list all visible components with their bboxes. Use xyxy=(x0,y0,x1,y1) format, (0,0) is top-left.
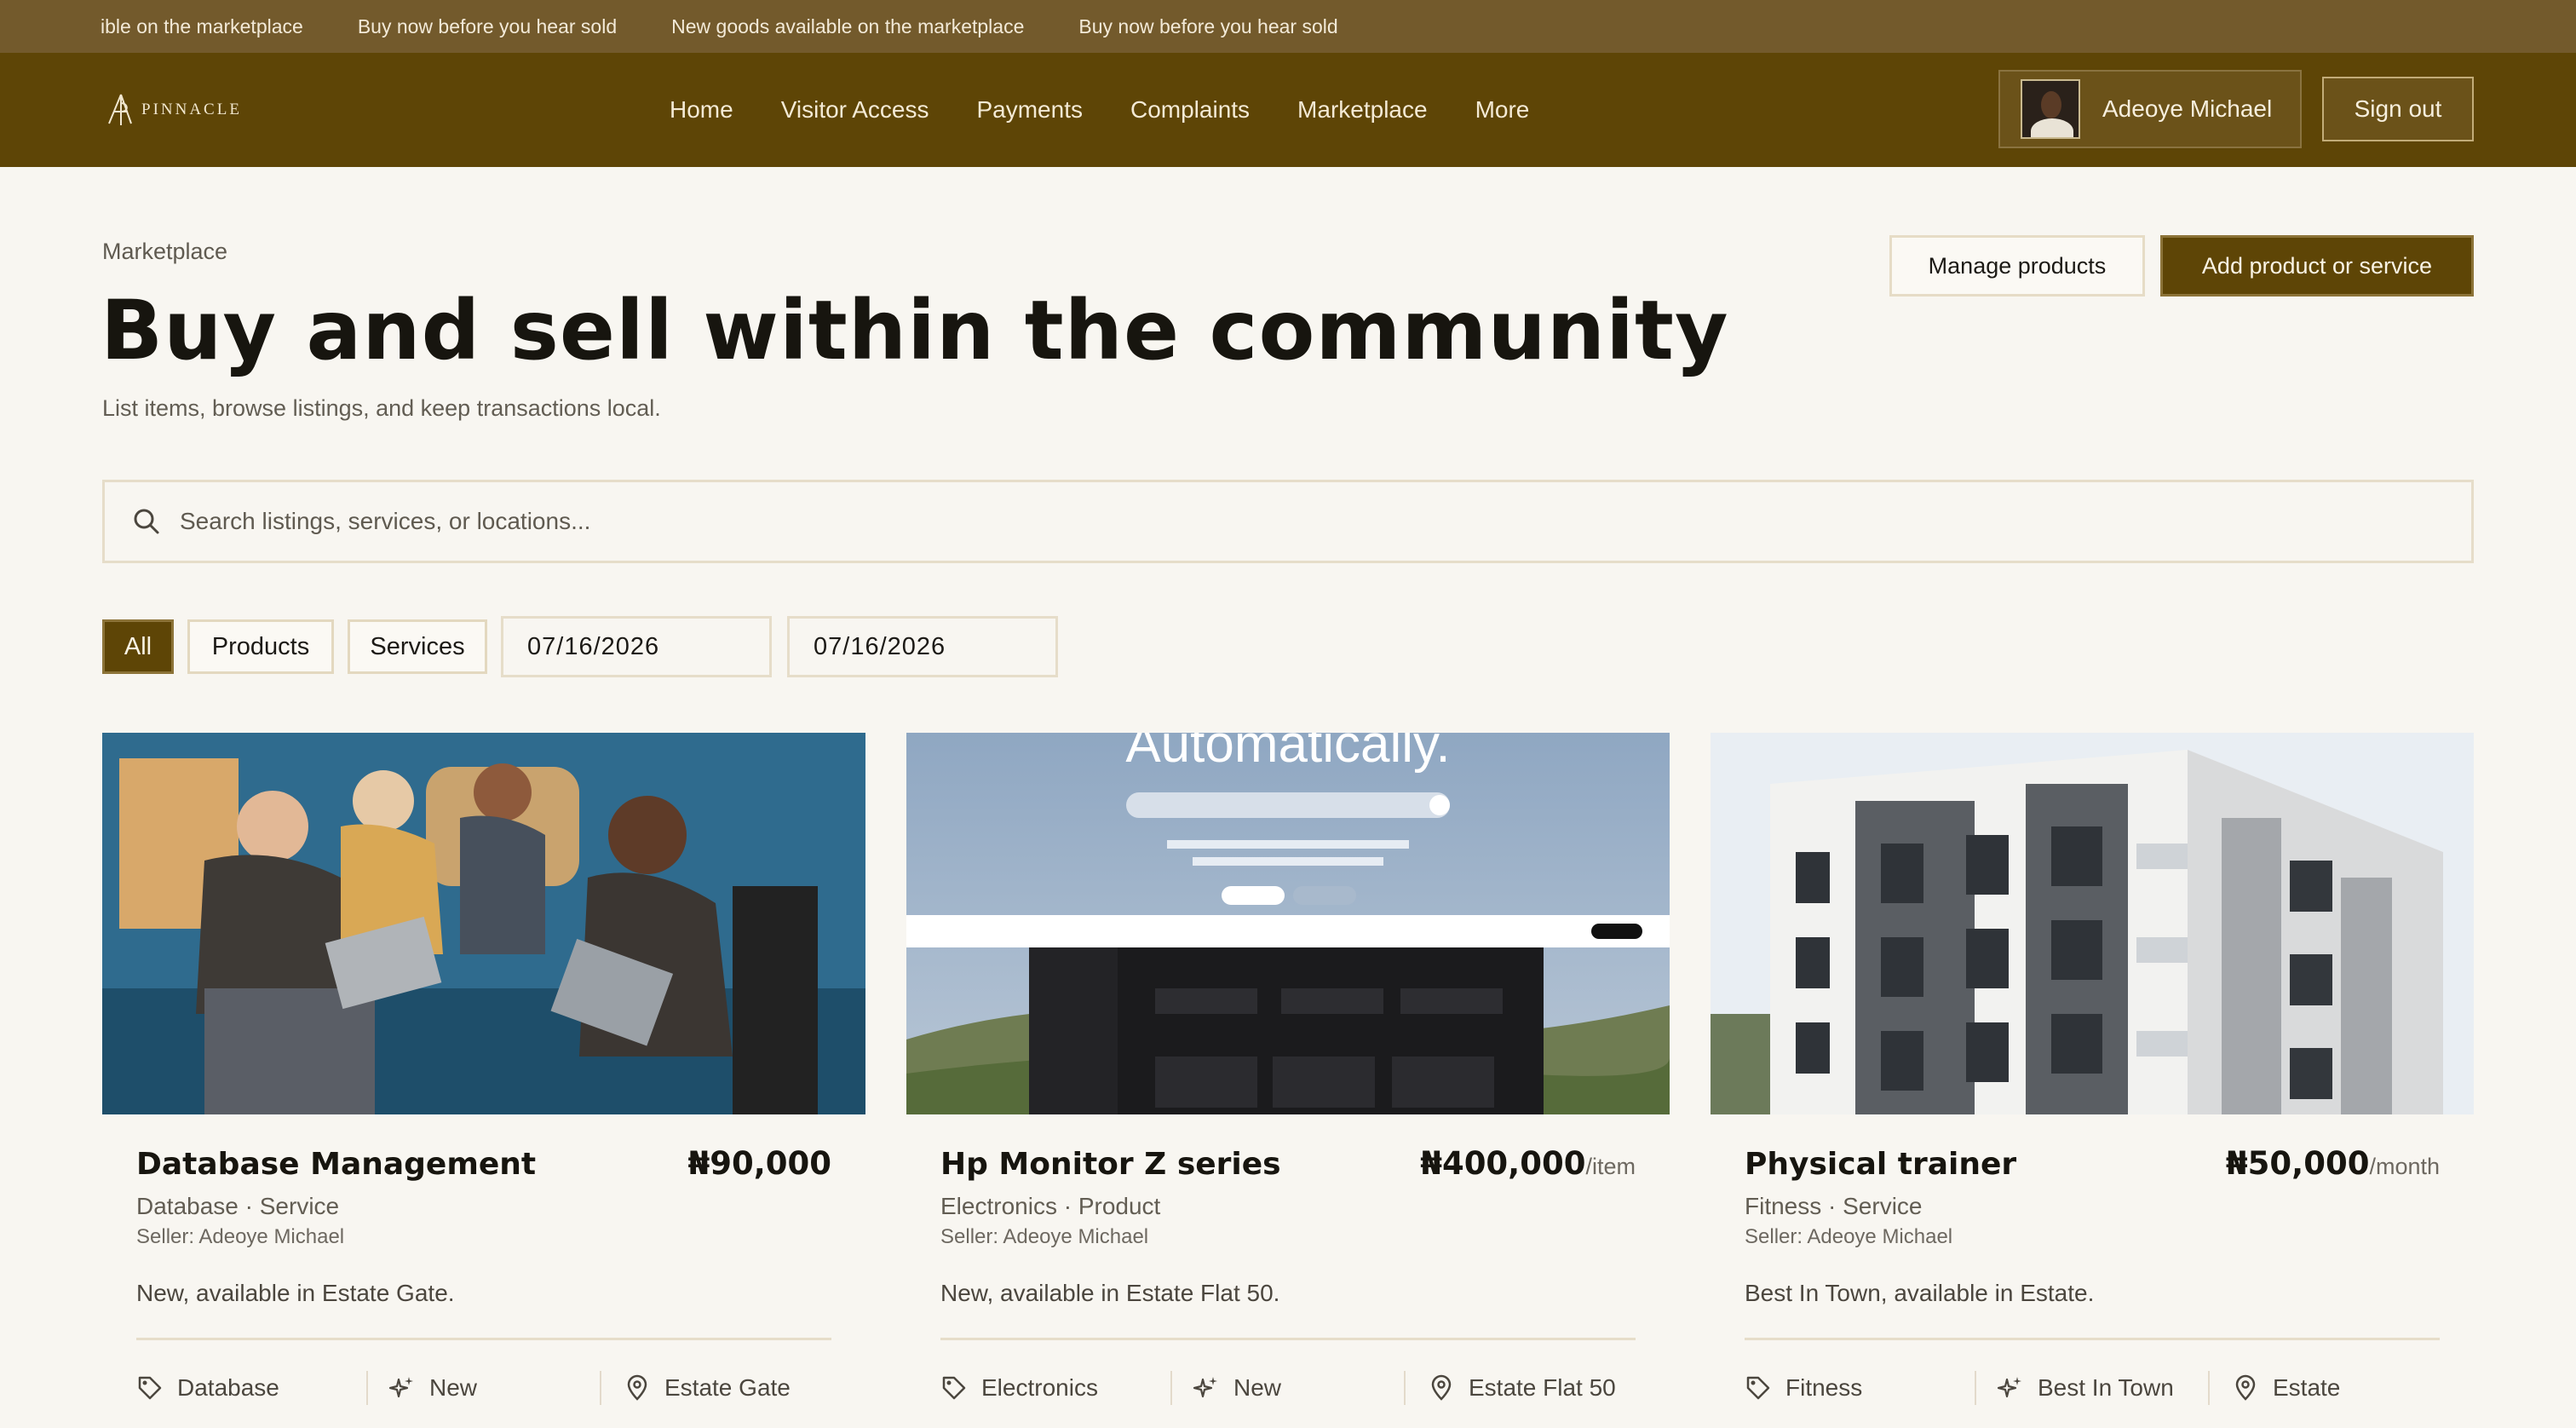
search-input[interactable] xyxy=(180,508,2395,535)
listing-description: Best In Town, available in Estate. xyxy=(1745,1280,2095,1306)
listing-image: Automatically. xyxy=(906,733,1670,1114)
location-tag: Estate Flat 50 xyxy=(1406,1374,1616,1402)
top-navbar: PINNACLE Home Visitor Access Payments Co… xyxy=(0,53,2576,167)
add-product-button[interactable]: Add product or service xyxy=(2160,235,2474,297)
listing-tags: Fitness Best In Town Estate xyxy=(1745,1367,2440,1409)
announcement-ticker: ible on the marketplace Buy now before y… xyxy=(0,0,2576,53)
page-title: Buy and sell within the community xyxy=(101,283,1729,378)
listing-tags: Electronics New Estate Flat 50 xyxy=(940,1367,1636,1409)
avatar xyxy=(2021,79,2080,139)
listing-price: ₦90,000 xyxy=(687,1145,831,1182)
sparkles-icon xyxy=(388,1377,413,1398)
filter-products[interactable]: Products xyxy=(187,619,334,674)
ticker-item: New goods available on the marketplace xyxy=(671,14,1025,37)
condition-tag: Best In Town xyxy=(1976,1374,2208,1402)
nav-visitor-access[interactable]: Visitor Access xyxy=(781,96,929,124)
logo-text: PINNACLE xyxy=(141,101,242,118)
listing-price: ₦400,000/item xyxy=(1420,1145,1636,1182)
nav-complaints[interactable]: Complaints xyxy=(1130,96,1250,124)
divider xyxy=(1745,1338,2440,1340)
listing-image xyxy=(1711,733,2474,1114)
listing-description: New, available in Estate Gate. xyxy=(136,1280,455,1306)
ticker-item: Buy now before you hear sold xyxy=(357,14,618,37)
map-pin-icon xyxy=(2235,1374,2256,1401)
sparkles-icon xyxy=(1997,1377,2021,1398)
nav-home[interactable]: Home xyxy=(670,96,733,124)
date-to-input[interactable]: 07/16/2026 xyxy=(787,616,1058,677)
category-tag: Electronics xyxy=(940,1374,1170,1402)
nav-more[interactable]: More xyxy=(1475,96,1530,124)
tag-icon xyxy=(1746,1376,1770,1400)
ticker-item: Buy now before you hear sold xyxy=(1078,14,1338,37)
logo[interactable]: PINNACLE xyxy=(102,87,242,133)
sign-out-button[interactable]: Sign out xyxy=(2322,77,2474,141)
listing-title: Hp Monitor Z series xyxy=(940,1147,1281,1182)
listing-card[interactable]: Database Management ₦90,000 Database · S… xyxy=(102,733,865,1428)
listing-price: ₦50,000/month xyxy=(2225,1145,2440,1182)
user-name: Adeoye Michael xyxy=(2102,95,2273,122)
nav-links: Home Visitor Access Payments Complaints … xyxy=(670,53,1577,167)
ticker-item: ible on the marketplace xyxy=(101,14,303,37)
listing-image xyxy=(102,733,865,1114)
listing-title: Physical trainer xyxy=(1745,1147,2017,1182)
sparkles-icon xyxy=(1193,1377,1217,1398)
map-pin-icon xyxy=(1431,1374,1452,1401)
map-pin-icon xyxy=(627,1374,647,1401)
listing-description: New, available in Estate Flat 50. xyxy=(940,1280,1280,1306)
listing-seller: Seller: Adeoye Michael xyxy=(940,1225,1149,1248)
listing-card[interactable]: Physical trainer ₦50,000/month Fitness ·… xyxy=(1711,733,2474,1428)
location-tag: Estate Gate xyxy=(601,1374,791,1402)
search-bar xyxy=(102,480,2474,563)
category-tag: Fitness xyxy=(1745,1374,1975,1402)
listing-card[interactable]: Automatically. Hp Monitor Z series ₦400,… xyxy=(906,733,1670,1428)
listing-category: Electronics · Product xyxy=(940,1193,1161,1219)
search-icon xyxy=(134,509,159,534)
listing-category: Database · Service xyxy=(136,1193,340,1219)
manage-products-button[interactable]: Manage products xyxy=(1889,235,2145,297)
filter-services[interactable]: Services xyxy=(348,619,487,674)
filter-bar: All Products Services 07/16/2026 07/16/2… xyxy=(102,616,1073,677)
tag-icon xyxy=(942,1376,966,1400)
nav-marketplace[interactable]: Marketplace xyxy=(1297,96,1428,124)
nav-payments[interactable]: Payments xyxy=(976,96,1083,124)
date-from-input[interactable]: 07/16/2026 xyxy=(501,616,772,677)
listing-category: Fitness · Service xyxy=(1745,1193,1923,1219)
location-tag: Estate xyxy=(2210,1374,2340,1402)
listing-tags: Database New Estate Gate xyxy=(136,1367,831,1409)
listing-seller: Seller: Adeoye Michael xyxy=(136,1225,345,1248)
breadcrumb: Marketplace xyxy=(102,239,228,264)
logo-mark-icon xyxy=(108,94,132,125)
page-subtitle: List items, browse listings, and keep tr… xyxy=(102,395,661,421)
condition-tag: New xyxy=(368,1374,600,1402)
tag-icon xyxy=(138,1376,162,1400)
filter-all[interactable]: All xyxy=(102,619,174,674)
category-tag: Database xyxy=(136,1374,366,1402)
listing-seller: Seller: Adeoye Michael xyxy=(1745,1225,1953,1248)
condition-tag: New xyxy=(1172,1374,1404,1402)
listing-title: Database Management xyxy=(136,1147,537,1182)
image-headline: Automatically. xyxy=(1125,733,1450,774)
divider xyxy=(136,1338,831,1340)
user-menu[interactable]: Adeoye Michael xyxy=(1998,70,2302,148)
divider xyxy=(940,1338,1636,1340)
